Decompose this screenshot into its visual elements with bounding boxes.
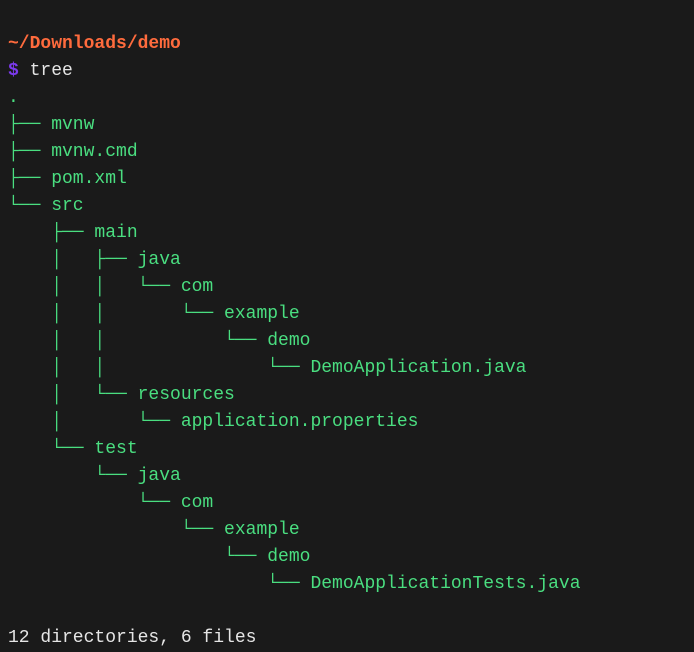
prompt-symbol: $ [8, 61, 19, 81]
tree-line-13: └── test [8, 439, 138, 459]
tree-line-16: └── example [8, 520, 300, 540]
command-text: tree [30, 61, 73, 81]
tree-line-1: ├── mvnw [8, 115, 94, 135]
tree-line-18: └── DemoApplicationTests.java [8, 574, 581, 594]
tree-line-2: ├── mvnw.cmd [8, 142, 138, 162]
tree-line-3: ├── pom.xml [8, 169, 127, 189]
tree-line-9: │ │ └── demo [8, 331, 310, 351]
terminal-output: ~/Downloads/demo $ tree . ├── mvnw ├── m… [8, 4, 686, 652]
tree-summary: 12 directories, 6 files [8, 628, 256, 648]
tree-line-8: │ │ └── example [8, 304, 300, 324]
current-working-directory: ~/Downloads/demo [8, 34, 181, 54]
tree-line-4: └── src [8, 196, 84, 216]
tree-line-0: . [8, 88, 19, 108]
tree-line-6: │ ├── java [8, 250, 181, 270]
tree-line-10: │ │ └── DemoApplication.java [8, 358, 526, 378]
tree-line-5: ├── main [8, 223, 138, 243]
tree-line-15: └── com [8, 493, 213, 513]
tree-line-12: │ └── application.properties [8, 412, 418, 432]
tree-line-11: │ └── resources [8, 385, 235, 405]
tree-line-14: └── java [8, 466, 181, 486]
tree-line-7: │ │ └── com [8, 277, 213, 297]
tree-line-17: └── demo [8, 547, 310, 567]
